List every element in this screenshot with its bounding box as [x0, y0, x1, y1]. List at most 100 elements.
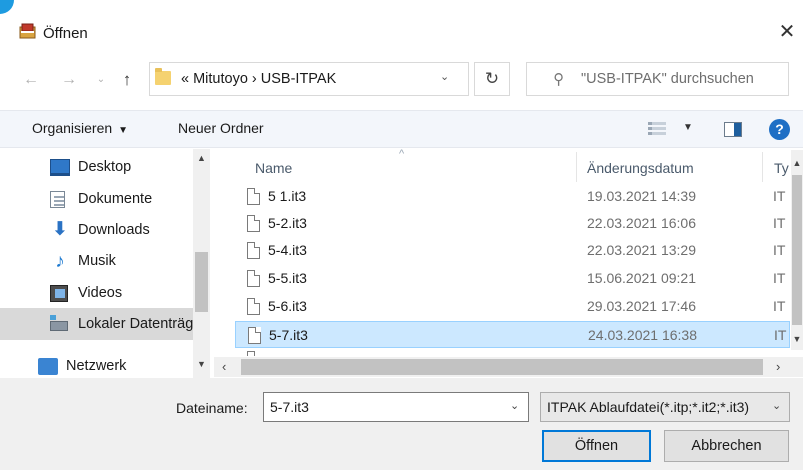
filename-value[interactable]: 5-7.it3 [270, 399, 309, 415]
sidebar-item-label: Lokaler Datenträger [78, 316, 200, 332]
search-input[interactable]: "USB-ITPAK" durchsuchen [581, 71, 754, 87]
view-options-icon[interactable] [648, 122, 666, 136]
filename-field[interactable]: 5-7.it3 ⌄ [263, 392, 529, 422]
file-list-vertical-scrollbar[interactable]: ▲ ▼ [791, 150, 803, 350]
file-name: 5-7.it3 [269, 327, 308, 343]
scroll-up-icon[interactable]: ▲ [193, 153, 210, 163]
scroll-left-icon[interactable]: ‹ [222, 359, 226, 374]
file-icon [248, 327, 261, 344]
dialog-footer: Dateiname: 5-7.it3 ⌄ ITPAK Ablaufdatei(*… [0, 378, 803, 470]
preview-pane-icon[interactable] [724, 122, 742, 137]
file-row[interactable]: 5-4.it3 22.03.2021 13:29 IT [235, 237, 790, 264]
file-type: IT [773, 188, 786, 204]
column-header-name[interactable]: Name [255, 160, 292, 176]
file-name: 5-6.it3 [268, 298, 307, 314]
file-icon [247, 188, 260, 205]
scroll-right-icon[interactable]: › [776, 359, 780, 374]
drive-icon [50, 315, 68, 331]
desktop-icon [50, 159, 70, 176]
file-name: 5 1.it3 [268, 188, 307, 204]
file-date: 22.03.2021 13:29 [587, 242, 696, 258]
downloads-icon: ⬇ [52, 219, 68, 240]
file-name: 5-4.it3 [268, 242, 307, 258]
file-row[interactable]: 5-5.it3 15.06.2021 09:21 IT [235, 265, 790, 292]
navigation-pane: Desktop Dokumente ⬇ Downloads ♪ Musik Vi… [0, 149, 214, 380]
organize-button[interactable]: Organisieren ▼ [32, 120, 128, 136]
filetype-value: ITPAK Ablaufdatei(*.itp;*.it2;*.it3) [547, 399, 750, 415]
chevron-down-icon[interactable]: ⌄ [440, 70, 449, 83]
close-button[interactable]: ✕ [771, 18, 803, 46]
chevron-down-icon[interactable]: ⌄ [510, 399, 519, 412]
file-icon [247, 351, 260, 356]
scroll-down-icon[interactable]: ▼ [193, 359, 210, 369]
sidebar-scrollbar[interactable]: ▲ ▼ [193, 149, 210, 380]
sidebar-item-label: Videos [78, 285, 123, 301]
cancel-button[interactable]: Abbrechen [664, 430, 789, 462]
app-icon [19, 23, 36, 39]
sidebar-item-music[interactable]: ♪ Musik [0, 245, 198, 277]
file-icon [247, 242, 260, 259]
network-icon [38, 358, 58, 375]
sidebar-item-documents[interactable]: Dokumente [0, 183, 198, 215]
sidebar-item-desktop[interactable]: Desktop [0, 151, 198, 183]
organize-label: Organisieren [32, 120, 113, 136]
file-row-selected[interactable]: 5-7.it3 24.03.2021 16:38 IT [235, 321, 790, 348]
help-icon[interactable]: ? [769, 119, 790, 140]
file-type: IT [773, 270, 786, 286]
file-row[interactable]: 5-6.it3 29.03.2021 17:46 IT [235, 293, 790, 320]
file-type: IT [773, 215, 786, 231]
address-bar[interactable]: « Mitutoyo › USB-ITPAK ⌄ [149, 62, 469, 96]
scrollbar-thumb[interactable] [792, 175, 802, 325]
sidebar-item-downloads[interactable]: ⬇ Downloads [0, 214, 198, 246]
file-date: 29.03.2021 17:46 [587, 298, 696, 314]
folder-icon [155, 68, 171, 85]
scroll-up-icon[interactable]: ▲ [791, 158, 803, 168]
music-icon: ♪ [55, 251, 65, 272]
forward-arrow-icon[interactable]: → [58, 68, 80, 92]
sidebar-item-label: Downloads [78, 222, 150, 238]
search-box[interactable]: ⚲ "USB-ITPAK" durchsuchen [526, 62, 789, 96]
up-arrow-icon[interactable]: ↑ [116, 68, 138, 92]
column-header-type[interactable]: Ty [774, 160, 789, 176]
scrollbar-thumb[interactable] [241, 359, 763, 375]
column-divider[interactable] [762, 152, 763, 182]
file-row[interactable]: 5 1.it3 19.03.2021 14:39 IT [235, 183, 790, 210]
scroll-down-icon[interactable]: ▼ [791, 334, 803, 344]
file-icon [247, 215, 260, 232]
file-name: 5-5.it3 [268, 270, 307, 286]
file-date: 22.03.2021 16:06 [587, 215, 696, 231]
caret-down-icon: ▼ [118, 125, 129, 136]
videos-icon [50, 285, 68, 302]
refresh-button[interactable]: ↻ [474, 62, 510, 96]
search-icon: ⚲ [553, 71, 564, 88]
view-options-caret-icon[interactable]: ▼ [683, 122, 693, 133]
breadcrumb[interactable]: « Mitutoyo › USB-ITPAK [181, 71, 336, 87]
sort-indicator-icon: ^ [399, 148, 405, 160]
file-icon [247, 298, 260, 315]
file-date: 24.03.2021 16:38 [588, 327, 697, 343]
recent-locations-icon[interactable]: ⌄ [94, 68, 108, 92]
file-row-partial[interactable] [235, 350, 790, 356]
file-date: 15.06.2021 09:21 [587, 270, 696, 286]
documents-icon [50, 191, 65, 208]
file-icon [247, 270, 260, 287]
chevron-down-icon[interactable]: ⌄ [772, 399, 781, 412]
sidebar-item-videos[interactable]: Videos [0, 277, 198, 309]
column-header-date[interactable]: Änderungsdatum [587, 160, 694, 176]
scrollbar-thumb[interactable] [195, 252, 208, 312]
column-divider[interactable] [576, 152, 577, 182]
back-arrow-icon[interactable]: ← [20, 68, 42, 92]
file-type: IT [773, 298, 786, 314]
file-type: IT [774, 327, 787, 343]
file-name: 5-2.it3 [268, 215, 307, 231]
file-list-horizontal-scrollbar[interactable]: ‹ › [214, 357, 803, 377]
file-row[interactable]: 5-2.it3 22.03.2021 16:06 IT [235, 210, 790, 237]
sidebar-item-local-drive[interactable]: Lokaler Datenträger [0, 308, 200, 340]
window-title: Öffnen [43, 25, 88, 42]
new-folder-button[interactable]: Neuer Ordner [178, 120, 264, 136]
open-button[interactable]: Öffnen [542, 430, 651, 462]
sidebar-item-label: Desktop [78, 159, 132, 175]
filetype-select[interactable]: ITPAK Ablaufdatei(*.itp;*.it2;*.it3) ⌄ [540, 392, 790, 422]
filename-label: Dateiname: [176, 400, 248, 416]
sidebar-item-label: Dokumente [78, 191, 153, 207]
